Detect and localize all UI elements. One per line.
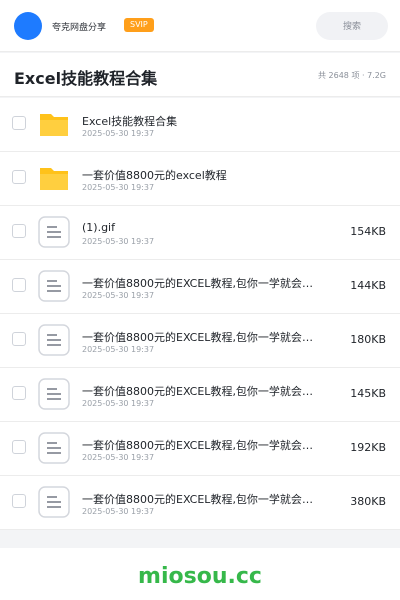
folder-title-bar: Excel技能教程合集 共 2648 项 · 7.2G <box>0 53 400 97</box>
list-item[interactable]: 一套价值8800元的EXCEL教程,包你一学就会，… 2025-05-30 19:… <box>0 368 400 422</box>
file-list: Excel技能教程合集 2025-05-30 19:37 一套价值8800元的exc… <box>0 98 400 530</box>
folder-icon <box>38 162 70 194</box>
footer: miosou.cc <box>0 548 400 600</box>
document-icon <box>38 378 70 410</box>
file-date: 2025-05-30 19:37 <box>82 399 155 408</box>
select-checkbox[interactable] <box>12 494 26 508</box>
file-date: 2025-05-30 19:37 <box>82 183 155 192</box>
site-brand: miosou.cc <box>138 564 262 589</box>
document-icon <box>38 216 70 248</box>
select-checkbox[interactable] <box>12 170 26 184</box>
list-item[interactable]: (1).gif 2025-05-30 19:37 154KB <box>0 206 400 260</box>
document-icon <box>38 270 70 302</box>
file-size: 145KB <box>350 387 386 400</box>
list-item[interactable]: Excel技能教程合集 2025-05-30 19:37 <box>0 98 400 152</box>
page-title: Excel技能教程合集 <box>14 69 158 88</box>
file-name: (1).gif <box>82 221 115 234</box>
file-date: 2025-05-30 19:37 <box>82 345 155 354</box>
select-checkbox[interactable] <box>12 116 26 130</box>
document-icon <box>38 324 70 356</box>
avatar[interactable] <box>14 12 42 40</box>
document-icon <box>38 432 70 464</box>
svip-badge: SVIP <box>124 18 154 32</box>
document-icon <box>38 486 70 518</box>
file-name: 一套价值8800元的EXCEL教程,包你一学就会，… <box>82 277 322 290</box>
list-item[interactable]: 一套价值8800元的EXCEL教程,包你一学就会，… 2025-05-30 19:… <box>0 260 400 314</box>
file-size: 192KB <box>350 441 386 454</box>
share-owner-name: 夸克网盘分享 <box>52 23 107 33</box>
file-size: 144KB <box>350 279 386 292</box>
file-name: 一套价值8800元的excel教程 <box>82 169 227 182</box>
search-input[interactable] <box>316 12 388 40</box>
page: 夸克网盘分享 SVIP Excel技能教程合集 共 2648 项 · 7.2G … <box>0 0 400 600</box>
top-bar: 夸克网盘分享 SVIP <box>0 0 400 52</box>
file-date: 2025-05-30 19:37 <box>82 129 155 138</box>
file-name: Excel技能教程合集 <box>82 115 178 128</box>
file-date: 2025-05-30 19:37 <box>82 291 155 300</box>
list-item[interactable]: 一套价值8800元的EXCEL教程,包你一学就会，… 2025-05-30 19:… <box>0 422 400 476</box>
file-name: 一套价值8800元的EXCEL教程,包你一学就会，… <box>82 439 322 452</box>
select-checkbox[interactable] <box>12 386 26 400</box>
select-checkbox[interactable] <box>12 224 26 238</box>
file-name: 一套价值8800元的EXCEL教程,包你一学就会，… <box>82 385 322 398</box>
list-item[interactable]: 一套价值8800元的excel教程 2025-05-30 19:37 <box>0 152 400 206</box>
file-name: 一套价值8800元的EXCEL教程,包你一学就会，… <box>82 493 322 506</box>
file-date: 2025-05-30 19:37 <box>82 453 155 462</box>
folder-summary: 共 2648 项 · 7.2G <box>318 71 386 80</box>
file-date: 2025-05-30 19:37 <box>82 507 155 516</box>
list-item[interactable]: 一套价值8800元的EXCEL教程,包你一学就会，… 2025-05-30 19:… <box>0 314 400 368</box>
file-size: 380KB <box>350 495 386 508</box>
folder-icon <box>38 108 70 140</box>
select-checkbox[interactable] <box>12 278 26 292</box>
list-item[interactable]: 一套价值8800元的EXCEL教程,包你一学就会，… 2025-05-30 19:… <box>0 476 400 530</box>
file-size: 154KB <box>350 225 386 238</box>
file-size: 180KB <box>350 333 386 346</box>
file-name: 一套价值8800元的EXCEL教程,包你一学就会，… <box>82 331 322 344</box>
select-checkbox[interactable] <box>12 332 26 346</box>
select-checkbox[interactable] <box>12 440 26 454</box>
file-date: 2025-05-30 19:37 <box>82 237 155 246</box>
